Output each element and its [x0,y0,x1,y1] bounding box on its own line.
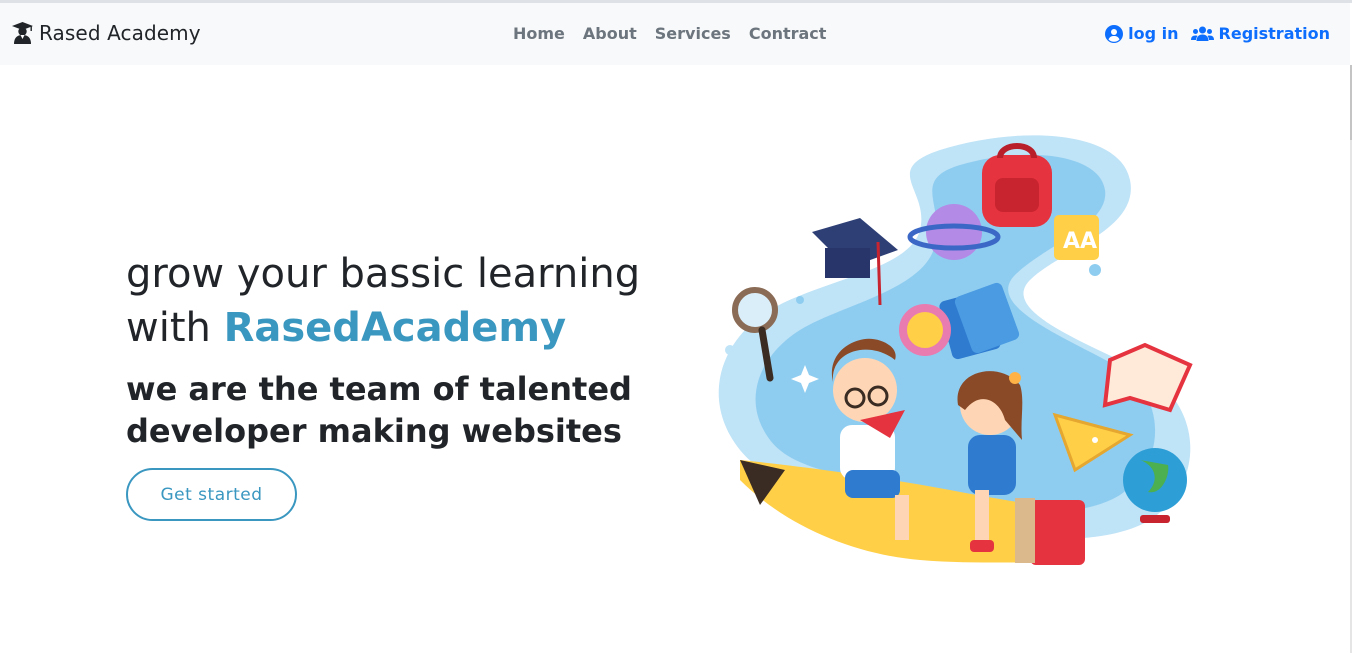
svg-text:AA: AA [1063,229,1097,254]
nav-link-home[interactable]: Home [513,24,565,43]
login-label: log in [1128,24,1179,43]
nav-link-about[interactable]: About [583,24,637,43]
hero-title-line1: grow your bassic learning [126,251,641,297]
registration-link[interactable]: Registration [1190,24,1330,43]
graduate-icon [12,22,33,44]
hero-title: grow your bassic learning with RasedAcad… [126,247,686,355]
nav-link-services[interactable]: Services [655,24,731,43]
nav-link-contract[interactable]: Contract [749,24,827,43]
login-link[interactable]: log in [1105,24,1179,43]
navbar: Rased Academy Home About Services Contra… [0,3,1350,65]
hero-subtitle: we are the team of talented developer ma… [126,368,646,452]
hero-subtitle-line1: we are the team of talented [126,370,632,408]
registration-label: Registration [1218,24,1330,43]
user-circle-icon [1105,24,1124,43]
auth-links: log in Registration [1105,24,1330,43]
hero-title-accent: RasedAcademy [223,305,567,351]
brand[interactable]: Rased Academy [12,21,201,45]
get-started-button[interactable]: Get started [126,468,297,521]
users-icon [1190,26,1214,41]
hero-title-prefix: with [126,305,224,351]
hero-subtitle-line2: developer making websites [126,412,622,450]
main-nav: Home About Services Contract [513,24,826,43]
brand-name: Rased Academy [39,21,201,45]
kids-riding-pencil-illustration: AA [718,135,1193,565]
